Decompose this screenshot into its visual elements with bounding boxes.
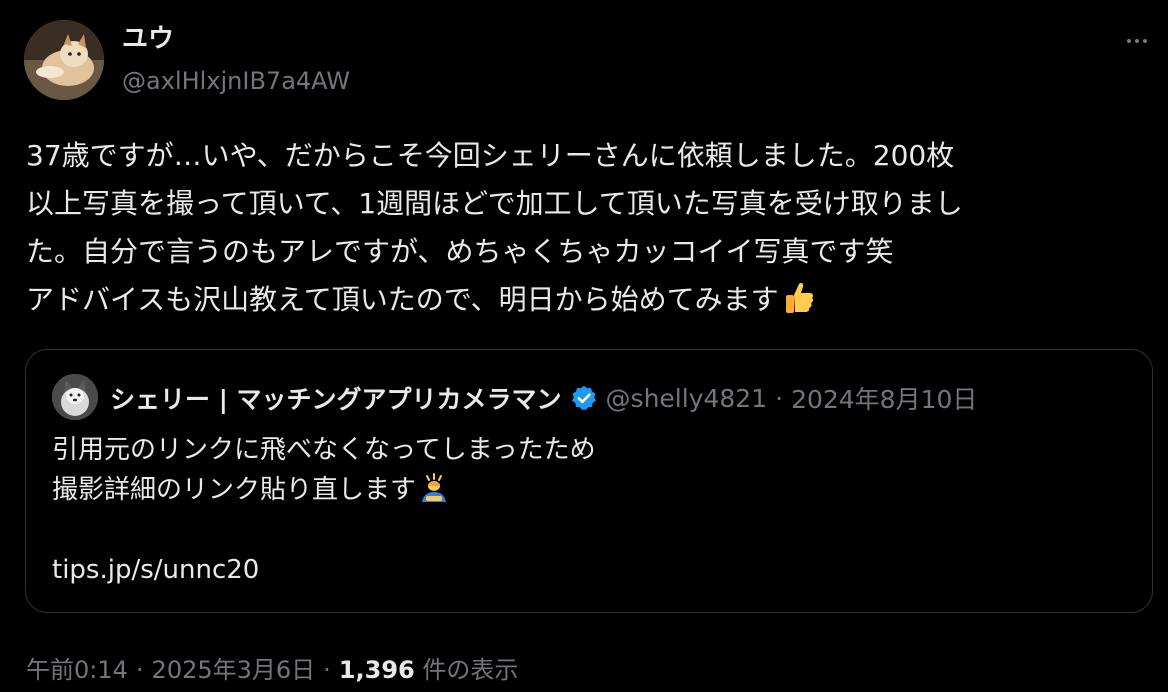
quoted-text-line: 撮影詳細のリンク貼り直します [52, 475, 417, 505]
meta-separator: · [135, 656, 144, 684]
quoted-handle[interactable]: @shelly4821 [606, 384, 768, 413]
quoted-text-line: 引用元のリンクに飛べなくなってしまったため [52, 435, 596, 465]
author-handle[interactable]: @axlHlxjnIB7a4AW [122, 66, 350, 96]
cat-photo-avatar [24, 20, 104, 100]
quoted-text-line-last: 撮影詳細のリンク貼り直します [52, 470, 596, 510]
quoted-text: 引用元のリンクに飛べなくなってしまったため 撮影詳細のリンク貼り直します tip… [52, 430, 596, 590]
tweet-text-line-last: アドバイスも沢山教えて頂いたので、明日から始めてみます [26, 276, 1146, 324]
quoted-tweet-card[interactable]: シェリー | マッチングアプリカメラマン @shelly4821 · 2024年… [25, 349, 1153, 613]
quoted-link[interactable]: tips.jp/s/unnc20 [52, 550, 596, 590]
more-horizontal-icon [1127, 39, 1131, 43]
quoted-display-name[interactable]: シェリー | マッチングアプリカメラマン [110, 380, 562, 416]
quoted-header: シェリー | マッチングアプリカメラマン @shelly4821 · 2024年… [110, 380, 977, 416]
tweet: ユウ @axlHlxjnIB7a4AW 37歳ですが…いや、だからこそ今回シェリ… [0, 0, 1168, 692]
thumbs-up-icon [785, 283, 813, 313]
author-display-name[interactable]: ユウ [122, 24, 174, 54]
person-bowing-icon [422, 473, 447, 502]
tweet-date[interactable]: 2025年3月6日 [152, 656, 316, 684]
tweet-text-line: 以上写真を撮って頂いて、1週間ほどで加工して頂いた写真を受け取りまし [26, 187, 963, 220]
tweet-text-line: アドバイスも沢山教えて頂いたので、明日から始めてみます [26, 283, 779, 316]
dog-photo-avatar [52, 374, 98, 420]
quoted-date[interactable]: 2024年8月10日 [791, 380, 977, 416]
tweet-meta: 午前0:14 · 2025年3月6日 · 1,396 件の表示 [26, 652, 518, 688]
tweet-text: 37歳ですが…いや、だからこそ今回シェリーさんに依頼しました。200枚 以上写真… [26, 132, 1146, 324]
views-count[interactable]: 1,396 [339, 656, 415, 684]
tweet-time[interactable]: 午前0:14 [26, 656, 128, 684]
verified-badge-icon [571, 385, 596, 411]
more-options-button[interactable] [1120, 26, 1154, 56]
quoted-separator: · [775, 383, 784, 413]
tweet-text-line: 37歳ですが…いや、だからこそ今回シェリーさんに依頼しました。200枚 [26, 139, 955, 172]
author-avatar[interactable] [24, 20, 104, 100]
views-label: 件の表示 [422, 656, 519, 684]
tweet-text-line: た。自分で言うのもアレですが、めちゃくちゃカッコイイ写真です笑 [26, 235, 894, 268]
meta-separator: · [323, 656, 331, 684]
quoted-author-avatar[interactable] [52, 374, 98, 420]
